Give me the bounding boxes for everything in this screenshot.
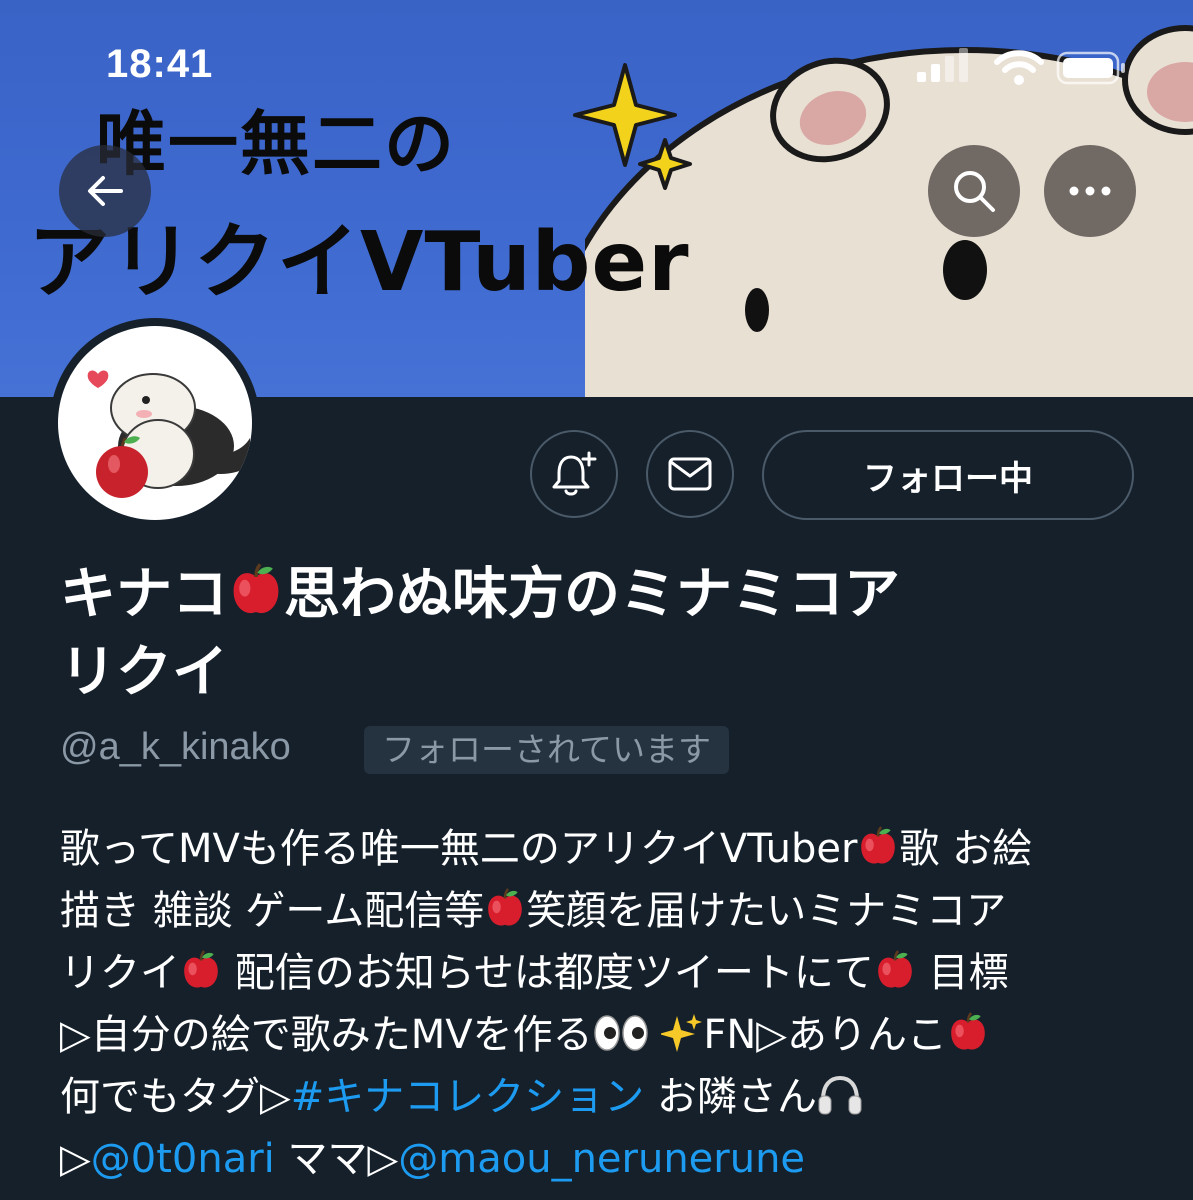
display-name: キナコ 思わぬ味方のミナミコア リクイ bbox=[60, 556, 1060, 712]
bio-text: お隣さん bbox=[644, 1074, 817, 1120]
arrow-left-icon bbox=[88, 176, 123, 206]
status-icons bbox=[917, 48, 1125, 85]
bio-text: ▷ bbox=[60, 1136, 91, 1182]
bio-text: ▷自分の絵で歌みたMVを作る bbox=[60, 1012, 593, 1058]
sparkle-decoration bbox=[573, 63, 692, 190]
eyes-emoji-icon bbox=[593, 1015, 648, 1051]
envelope-icon bbox=[668, 457, 712, 491]
banner-text-line1: 唯一無二の bbox=[96, 103, 456, 185]
search-button[interactable] bbox=[928, 145, 1020, 237]
search-icon bbox=[954, 171, 995, 212]
bio-text: 配信のお知らせは都度ツイートにて bbox=[222, 950, 874, 996]
bio-text: FN▷ありんこ bbox=[703, 1012, 948, 1058]
apple-emoji-icon bbox=[874, 950, 916, 992]
apple-emoji-icon bbox=[484, 888, 526, 930]
bio-text: 歌 お絵 bbox=[899, 826, 1033, 872]
message-button[interactable] bbox=[646, 430, 734, 518]
apple-emoji-icon bbox=[947, 1012, 989, 1054]
more-dots-icon bbox=[1069, 186, 1111, 196]
apple-emoji-icon bbox=[857, 826, 899, 868]
cellular-signal-icon bbox=[917, 48, 968, 82]
wifi-icon bbox=[994, 50, 1044, 85]
display-name-part3: リクイ bbox=[60, 640, 228, 705]
sparkles-emoji-icon bbox=[661, 1014, 703, 1052]
display-name-part2: 思わぬ味方のミナミコア bbox=[284, 562, 900, 627]
hashtag-link[interactable]: #キナコレクション bbox=[291, 1074, 645, 1120]
mention-link-maou[interactable]: @maou_nerunerune bbox=[398, 1136, 805, 1182]
bio-text: 目標 bbox=[915, 950, 1009, 996]
avatar[interactable] bbox=[50, 318, 260, 528]
battery-icon bbox=[1056, 51, 1125, 85]
bio-text: 描き 雑談 ゲーム配信等 bbox=[60, 888, 485, 934]
avatar-image bbox=[58, 326, 252, 520]
bio-text: 笑顔を届けたいミナミコア bbox=[526, 888, 1007, 934]
back-button[interactable] bbox=[59, 145, 151, 237]
bio-text: 歌ってMVも作る唯一無二のアリクイVTuber bbox=[60, 826, 858, 872]
profile-bio: 歌ってMVも作る唯一無二のアリクイVTuber 歌 お絵 描き 雑談 ゲーム配信等… bbox=[60, 818, 1150, 1190]
bio-text: ママ▷ bbox=[274, 1136, 399, 1182]
following-button[interactable]: フォロー中 bbox=[762, 430, 1134, 520]
apple-emoji-icon bbox=[180, 950, 222, 992]
bell-plus-icon bbox=[552, 451, 597, 496]
follows-you-badge: フォローされています bbox=[364, 726, 730, 774]
apple-emoji-icon bbox=[228, 563, 284, 619]
notification-bell-button[interactable] bbox=[530, 430, 618, 518]
headphones-emoji-icon bbox=[818, 1075, 862, 1115]
bio-text: 何でもタグ▷ bbox=[60, 1074, 291, 1120]
mention-link-0t0nari[interactable]: @0t0nari bbox=[91, 1136, 275, 1182]
bio-text: リクイ bbox=[60, 950, 180, 996]
display-name-part1: キナコ bbox=[60, 562, 228, 627]
user-handle: @a_k_kinako bbox=[60, 726, 291, 768]
status-time: 18:41 bbox=[106, 42, 214, 86]
more-button[interactable] bbox=[1044, 145, 1136, 237]
